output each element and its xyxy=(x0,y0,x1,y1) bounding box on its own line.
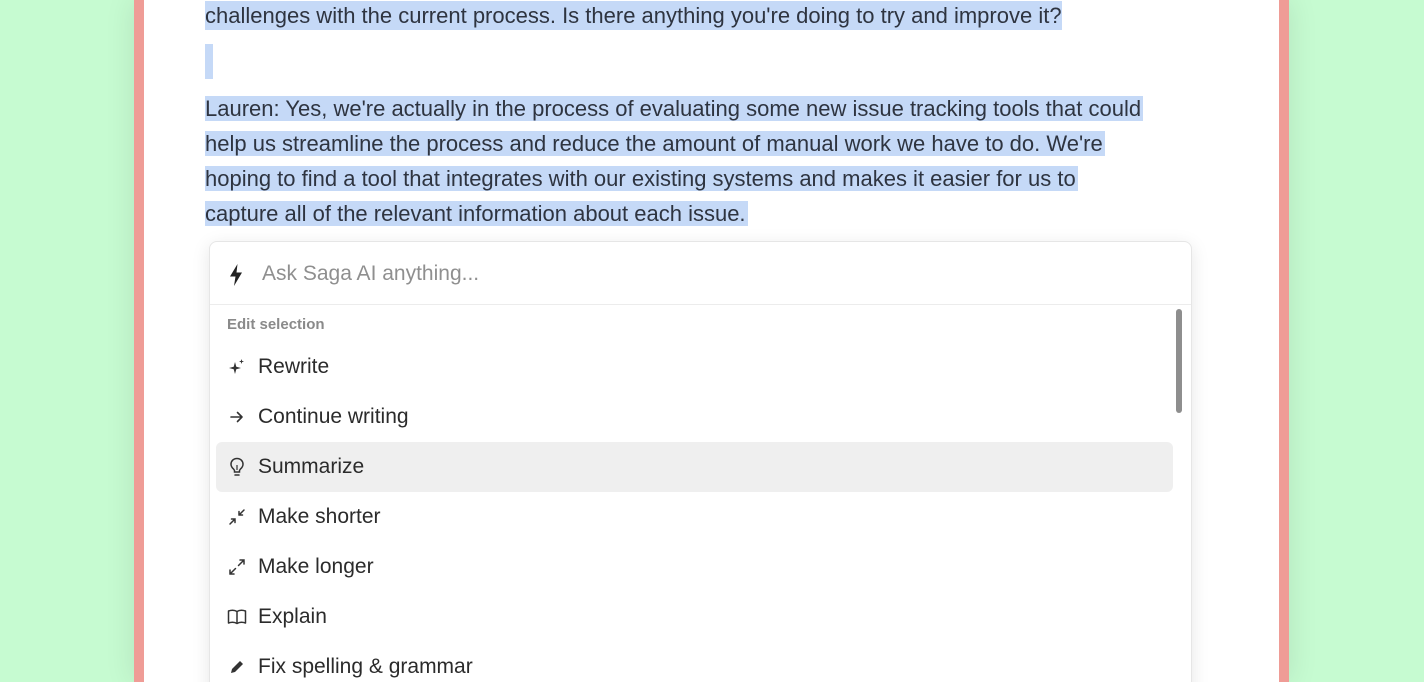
book-icon xyxy=(227,607,247,627)
menu-item-fix-spelling-grammar[interactable]: Fix spelling & grammar xyxy=(216,642,1173,682)
empty-line-selection xyxy=(205,44,213,79)
selected-text[interactable]: challenges with the current process. Is … xyxy=(205,1,1062,30)
paragraph-line: help us streamline the process and reduc… xyxy=(205,126,1245,161)
paragraph-line: hoping to find a tool that integrates wi… xyxy=(205,161,1245,196)
menu-item-label: Explain xyxy=(258,605,327,628)
selected-text: capture all of the relevant information … xyxy=(205,201,748,226)
paragraph-line: Lauren: Yes, we're actually in the proce… xyxy=(205,91,1245,126)
menu-scrollbar[interactable] xyxy=(1176,309,1182,413)
paragraph-line[interactable]: challenges with the current process. Is … xyxy=(205,0,1245,33)
lightbulb-icon xyxy=(227,457,247,477)
menu-item-rewrite[interactable]: Rewrite xyxy=(216,342,1173,392)
menu-item-summarize[interactable]: Summarize xyxy=(216,442,1173,492)
menu-item-continue-writing[interactable]: Continue writing xyxy=(216,392,1173,442)
section-label-edit-selection: Edit selection xyxy=(227,316,325,333)
shrink-icon xyxy=(227,507,247,527)
ai-action-menu: Rewrite Continue writing Summarize Make … xyxy=(216,342,1173,682)
ask-ai-input[interactable] xyxy=(262,259,1142,289)
menu-item-label: Summarize xyxy=(258,455,365,478)
menu-item-explain[interactable]: Explain xyxy=(216,592,1173,642)
selected-text: help us streamline the process and reduc… xyxy=(205,131,1105,156)
lightning-bolt-icon xyxy=(229,264,243,286)
menu-item-label: Make shorter xyxy=(258,505,381,528)
arrow-right-icon xyxy=(227,407,247,427)
pencil-icon xyxy=(227,657,247,677)
menu-item-label: Make longer xyxy=(258,555,374,578)
sparkle-icon xyxy=(227,357,247,377)
ai-command-popup: Edit selection Rewrite Continue writing xyxy=(209,241,1192,682)
selected-text: Lauren: Yes, we're actually in the proce… xyxy=(205,96,1144,121)
paragraph-line: capture all of the relevant information … xyxy=(205,196,1245,231)
menu-item-make-longer[interactable]: Make longer xyxy=(216,542,1173,592)
ask-ai-row[interactable] xyxy=(210,242,1191,305)
menu-item-label: Rewrite xyxy=(258,355,330,378)
paragraph-lauren[interactable]: Lauren: Yes, we're actually in the proce… xyxy=(205,91,1245,231)
menu-item-label: Fix spelling & grammar xyxy=(258,655,473,678)
menu-item-label: Continue writing xyxy=(258,405,409,428)
expand-icon xyxy=(227,557,247,577)
selected-text: hoping to find a tool that integrates wi… xyxy=(205,166,1078,191)
menu-item-make-shorter[interactable]: Make shorter xyxy=(216,492,1173,542)
